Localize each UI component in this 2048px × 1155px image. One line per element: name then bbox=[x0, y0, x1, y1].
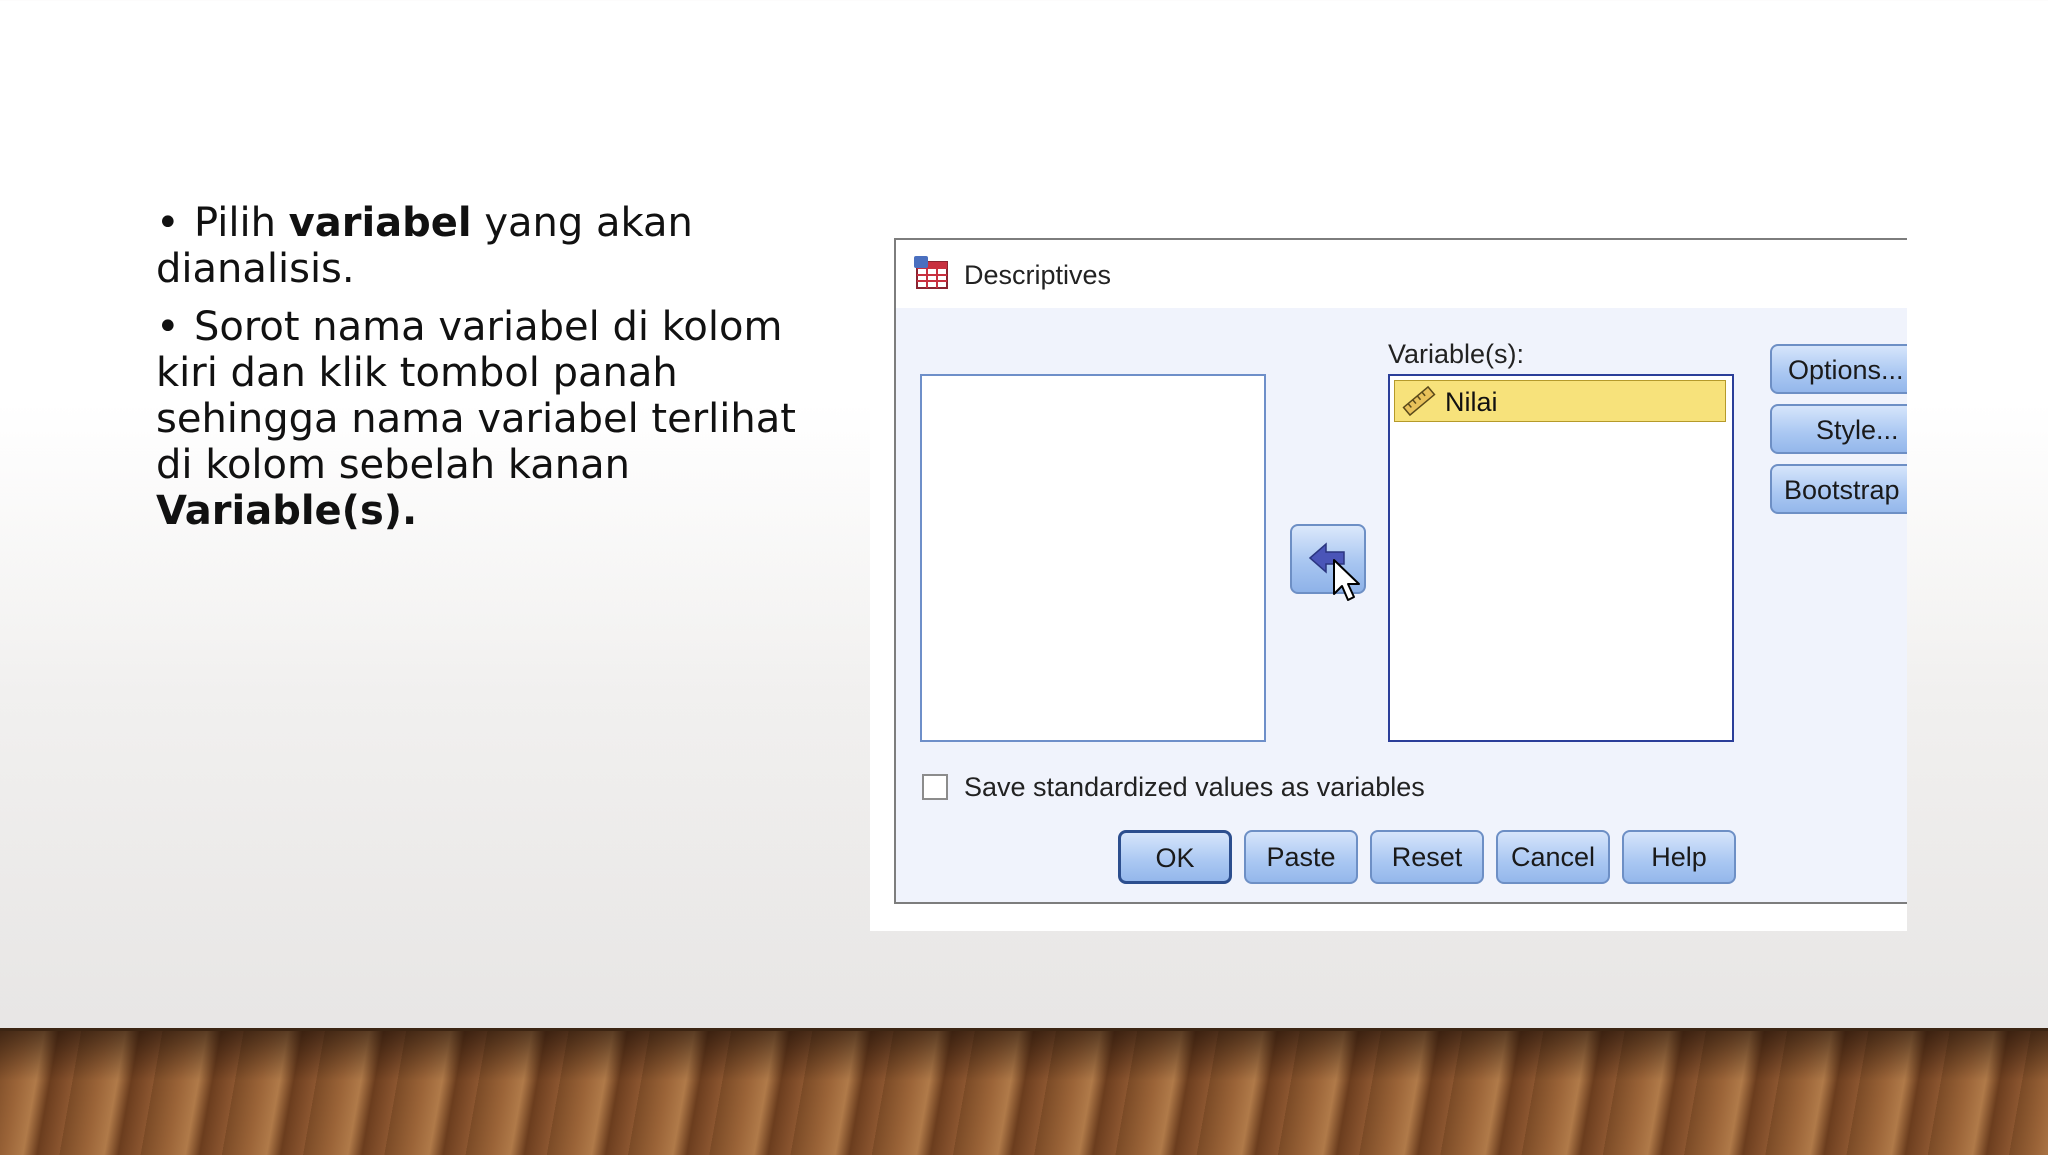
variables-label: Variable(s): bbox=[1388, 339, 1525, 369]
dialog-screenshot: Descriptives Variable(s): Nilai Options.… bbox=[870, 228, 1907, 931]
help-button[interactable]: Help bbox=[1622, 830, 1736, 884]
floor-shadow bbox=[0, 1031, 2048, 1155]
dialog-titlebar: Descriptives bbox=[896, 240, 1907, 308]
bullet-text-bold: variabel bbox=[288, 200, 472, 246]
mouse-cursor-icon bbox=[1333, 559, 1360, 601]
bullet-text: Sorot nama variabel di kolom kiri dan kl… bbox=[156, 304, 796, 488]
dialog-title: Descriptives bbox=[964, 260, 1112, 290]
bullet-marker: • bbox=[156, 304, 180, 350]
options-button[interactable]: Options... bbox=[1770, 344, 1907, 394]
style-button[interactable]: Style... bbox=[1770, 404, 1907, 454]
bullet-marker: • bbox=[156, 200, 180, 246]
bullet-item-2: • Sorot nama variabel di kolom kiri dan k… bbox=[156, 304, 836, 534]
bullet-text-bold: Variable(s). bbox=[156, 488, 418, 534]
wood-floor-background bbox=[0, 1028, 2048, 1155]
ruler-scale-icon bbox=[1402, 385, 1436, 417]
variable-item-nilai[interactable]: Nilai bbox=[1394, 380, 1726, 422]
source-variable-list[interactable] bbox=[920, 374, 1266, 742]
target-variable-list[interactable]: Nilai bbox=[1388, 374, 1734, 742]
save-standardized-checkbox[interactable] bbox=[922, 774, 948, 800]
bootstrap-button[interactable]: Bootstrap bbox=[1770, 464, 1907, 514]
ok-button[interactable]: OK bbox=[1118, 830, 1232, 884]
spss-table-icon bbox=[914, 256, 948, 289]
slide: • Pilih variabel yang akan dianalisis. • S… bbox=[0, 0, 2048, 1155]
bullet-item-1: • Pilih variabel yang akan dianalisis. bbox=[156, 200, 836, 292]
variable-label: Nilai bbox=[1445, 387, 1498, 417]
paste-button[interactable]: Paste bbox=[1244, 830, 1358, 884]
bullet-list: • Pilih variabel yang akan dianalisis. • S… bbox=[156, 200, 836, 546]
reset-button[interactable]: Reset bbox=[1370, 830, 1484, 884]
save-standardized-label: Save standardized values as variables bbox=[964, 772, 1425, 802]
cancel-button[interactable]: Cancel bbox=[1496, 830, 1610, 884]
descriptives-dialog: Descriptives Variable(s): Nilai Options.… bbox=[894, 238, 1907, 904]
bullet-text: Pilih bbox=[194, 200, 289, 246]
